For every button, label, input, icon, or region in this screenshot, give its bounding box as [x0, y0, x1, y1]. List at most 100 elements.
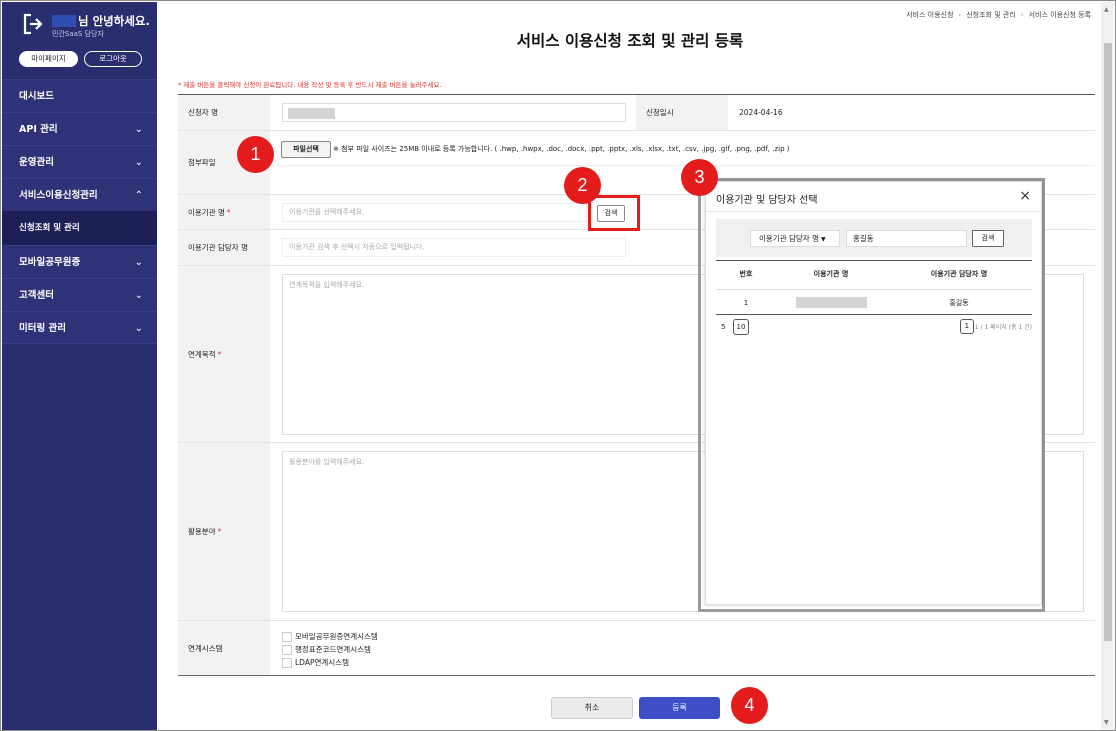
submit-notice: * 제출 버튼을 클릭해야 신청이 완료됩니다. 내용 작성 및 등록 후 반드…	[178, 81, 442, 89]
cancel-button[interactable]: 취소	[551, 697, 633, 719]
chevron-down-icon: ⌄	[134, 323, 143, 334]
chevron-right-icon: ›	[1020, 11, 1024, 19]
sidebar-item-label: 대시보드	[19, 91, 54, 102]
modal-search-panel: 이용기관 담당자 명 ▼ 홍길동 검색	[716, 219, 1032, 257]
file-note: ※ 첨부 파일 사이즈는 25MB 이내로 등록 가능합니다. ( .hwp, …	[333, 145, 790, 153]
org-select-modal: 이용기관 및 담당자 선택 × 이용기관 담당자 명 ▼ 홍길동 검색 번호 이용…	[705, 181, 1042, 605]
required-mark: *	[217, 527, 222, 536]
sidebar-item-customer-center[interactable]: 고객센터 ⌄	[2, 278, 157, 311]
chevron-up-icon: ⌃	[134, 190, 143, 201]
applicant-row: 신청자 명 신청일시 2024-04-16	[178, 95, 1095, 131]
pagination: 5 10 1 1 / 1 페이지 (총 1 건)	[716, 319, 1032, 337]
scroll-up-icon[interactable]: ▲	[1104, 6, 1109, 13]
sidebar: 님 안녕하세요. 민간SaaS 담당자 마이페이지 로그아웃 대시보드 API …	[2, 2, 157, 730]
greeting: 님 안녕하세요.	[52, 13, 150, 29]
table-row[interactable]: 1 홍길동	[716, 289, 1032, 315]
checkbox[interactable]	[282, 644, 292, 655]
page-size-label: 5	[721, 323, 726, 331]
search-type-select[interactable]: 이용기관 담당자 명 ▼	[750, 230, 840, 247]
system-label: 연계시스템	[178, 621, 270, 676]
logout-icon[interactable]	[22, 13, 44, 35]
page-info: 1 / 1 페이지 (총 1 건)	[974, 324, 1032, 331]
divider	[270, 165, 1095, 166]
sidebar-item-mobile-id[interactable]: 모바일공무원증 ⌄	[2, 245, 157, 278]
manager-label: 이용기관 담당자 명	[178, 230, 270, 265]
sidebar-item-service-application[interactable]: 서비스이용신청관리 ⌃	[2, 178, 157, 211]
sidebar-item-api[interactable]: API 관리 ⌄	[2, 112, 157, 145]
system-option-label: 모바일공무원증연계시스템	[295, 632, 378, 641]
applicant-label: 신청자 명	[178, 95, 270, 130]
system-option[interactable]: 행정표준코드연계시스템	[282, 644, 371, 655]
chevron-down-icon: ⌄	[134, 157, 143, 168]
modal-search-button[interactable]: 검색	[972, 230, 1004, 247]
field-label-text: 활용분야	[188, 527, 216, 536]
vertical-scrollbar[interactable]: ▲ ▼	[1101, 2, 1114, 730]
file-select-button[interactable]: 파일선택	[281, 141, 331, 158]
scrollbar-thumb[interactable]	[1104, 43, 1112, 641]
org-input[interactable]: 이용기관을 선택해주세요.	[282, 203, 587, 222]
row-number: 1	[743, 299, 749, 307]
system-option[interactable]: LDAP연계시스템	[282, 657, 349, 668]
callout-badge: 4	[731, 687, 768, 724]
purpose-label: 연계목적 *	[178, 266, 270, 442]
breadcrumb-item[interactable]: 신청조회 및 관리	[966, 11, 1016, 19]
chevron-down-icon: ⌄	[134, 124, 143, 135]
checkbox[interactable]	[282, 657, 292, 668]
chevron-down-icon: ⌄	[134, 290, 143, 301]
applicant-input[interactable]	[282, 103, 626, 122]
field-label: 활용분야 *	[178, 443, 270, 620]
sidebar-item-label: 모바일공무원증	[19, 257, 81, 268]
row-manager: 홍길동	[949, 299, 969, 307]
page-size-select[interactable]: 10	[733, 319, 749, 335]
page-title: 서비스 이용신청 조회 및 관리 등록	[516, 32, 744, 50]
sidebar-item-operations[interactable]: 운영관리 ⌄	[2, 145, 157, 178]
sidebar-item-label: 고객센터	[19, 290, 54, 301]
modal-search-input[interactable]: 홍길동	[846, 230, 967, 247]
logout-button[interactable]: 로그아웃	[84, 51, 142, 67]
checkbox[interactable]	[282, 631, 292, 642]
org-label-text: 이용기관 명	[188, 207, 225, 217]
sidebar-item-metering[interactable]: 미터링 관리 ⌄	[2, 311, 157, 344]
callout-badge: 3	[681, 159, 718, 196]
sidebar-item-label: 운영관리	[19, 157, 54, 168]
user-name-mask	[52, 15, 76, 27]
caret-down-icon: ▼	[820, 236, 826, 243]
required-mark: *	[217, 349, 222, 359]
org-table: 번호 이용기관 명 이용기관 담당자 명 1 홍길동	[716, 260, 1032, 315]
callout-badge: 2	[564, 167, 601, 204]
select-value: 이용기관 담당자 명	[759, 234, 819, 243]
table-header: 번호	[739, 270, 753, 278]
org-label: 이용기관 명 *	[178, 195, 270, 229]
divider	[706, 211, 1041, 212]
sidebar-item-label: API 관리	[19, 124, 58, 135]
close-icon[interactable]: ×	[1019, 188, 1031, 204]
mypage-button[interactable]: 마이페이지	[19, 51, 78, 67]
user-box: 님 안녕하세요. 민간SaaS 담당자 마이페이지 로그아웃	[2, 2, 157, 79]
chevron-right-icon: ›	[958, 11, 962, 19]
system-option[interactable]: 모바일공무원증연계시스템	[282, 631, 378, 642]
applicant-name-mask	[288, 108, 335, 119]
date-label: 신청일시	[636, 95, 728, 130]
breadcrumb-item[interactable]: 서비스 이용신청	[906, 11, 953, 19]
sidebar-subitem-application-manage[interactable]: 신청조회 및 관리	[2, 211, 157, 245]
form-bottom-divider	[178, 675, 1095, 676]
sidebar-item-label: 서비스이용신청관리	[19, 190, 98, 201]
callout-badge: 1	[237, 136, 274, 173]
chevron-down-icon: ⌄	[134, 257, 143, 268]
manager-input[interactable]: 이용기관 검색 후 선택시 자동으로 입력됩니다.	[282, 238, 626, 257]
sidebar-item-dashboard[interactable]: 대시보드	[2, 79, 157, 112]
highlight-box	[588, 195, 640, 231]
page-indicator: 1 1 / 1 페이지 (총 1 건)	[959, 319, 1032, 334]
system-row: 연계시스템 모바일공무원증연계시스템 행정표준코드연계시스템 LDAP연계시스템	[178, 621, 1095, 676]
date-value: 2024-04-16	[739, 108, 783, 117]
app-window: 님 안녕하세요. 민간SaaS 담당자 마이페이지 로그아웃 대시보드 API …	[0, 0, 1116, 731]
user-role: 민간SaaS 담당자	[52, 30, 104, 38]
system-option-label: 행정표준코드연계시스템	[295, 645, 371, 654]
org-name-mask	[796, 297, 867, 308]
current-page[interactable]: 1	[959, 319, 974, 334]
scroll-down-icon[interactable]: ▼	[1104, 719, 1109, 726]
submit-button[interactable]: 등록	[639, 697, 720, 719]
table-header: 이용기관 담당자 명	[930, 270, 988, 278]
sidebar-item-label: 미터링 관리	[19, 323, 67, 334]
table-header: 이용기관 명	[813, 270, 849, 278]
